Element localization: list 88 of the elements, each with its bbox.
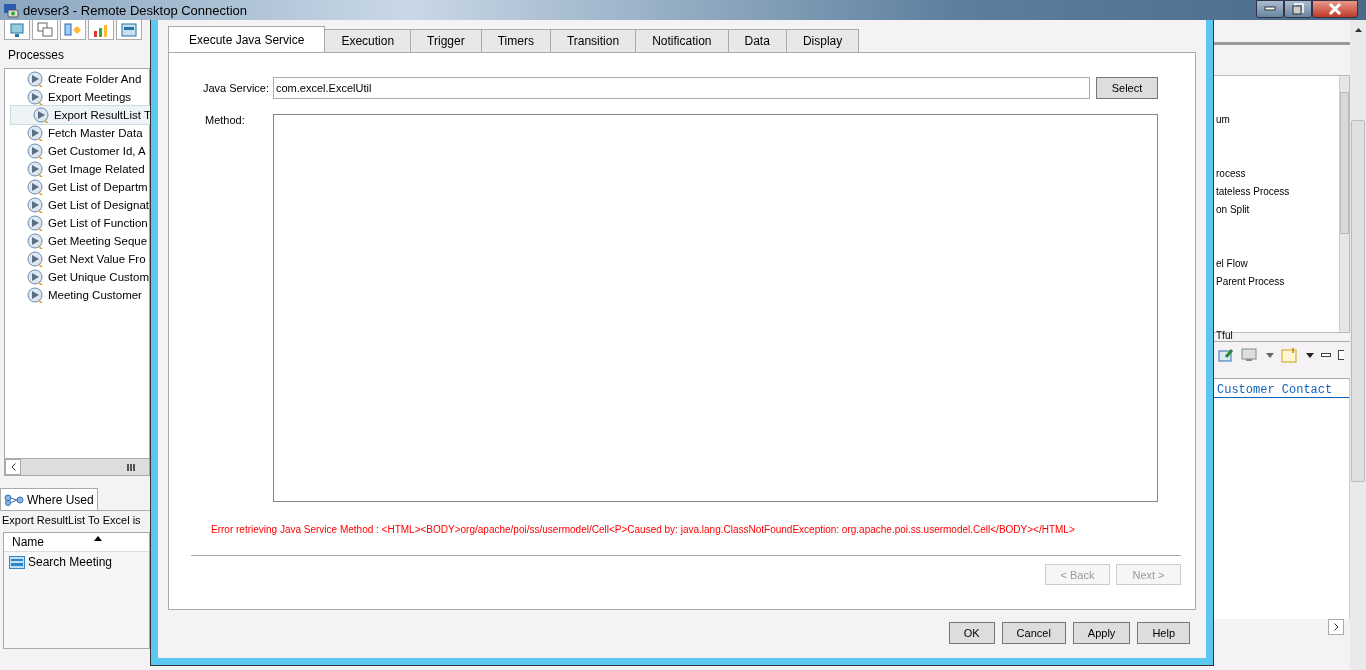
process-icon [27, 178, 44, 196]
process-icon [27, 286, 44, 304]
monitor-icon [9, 21, 25, 38]
palette-item[interactable]: Tful [1214, 330, 1339, 348]
vertical-scrollbar[interactable] [1350, 20, 1366, 670]
grip-icon [127, 463, 135, 471]
link-nodes-icon [4, 493, 24, 506]
edit-window-icon[interactable] [1218, 348, 1234, 362]
minimize-button[interactable] [1256, 0, 1284, 18]
palette-item[interactable]: tateless Process [1214, 186, 1339, 204]
tab[interactable]: Execution [324, 29, 412, 52]
dropdown-arrow-icon[interactable] [1306, 352, 1314, 358]
dialog-button[interactable]: Cancel [1001, 622, 1066, 644]
panel-title: Processes [7, 47, 66, 64]
process-icon [27, 88, 44, 106]
dialog-button[interactable]: Help [1137, 622, 1190, 644]
process-item[interactable]: Get Next Value Fro [5, 250, 146, 268]
process-item[interactable]: Create Folder And [5, 70, 145, 88]
process-item[interactable]: Get Image Related [5, 160, 145, 178]
tab[interactable]: Execute Java Service [168, 26, 326, 52]
process-item[interactable]: Get Meeting Seque [5, 232, 148, 250]
process-item[interactable]: Get Unique Custom [5, 268, 149, 286]
process-icon [27, 232, 44, 250]
where-used-tab[interactable]: Where Used [0, 488, 98, 510]
tab[interactable]: Transition [549, 29, 637, 52]
table-row[interactable]: Search Meeting [4, 552, 149, 569]
scroll-left-button[interactable] [5, 459, 21, 475]
minimize-icon[interactable] [1321, 352, 1331, 358]
process-icon [27, 70, 44, 88]
toolbar-button[interactable] [88, 20, 114, 40]
scroll-right-button[interactable] [1328, 619, 1344, 635]
restore-icon [1292, 3, 1304, 15]
palette-item[interactable]: on Split [1214, 204, 1339, 222]
where-used-caption: Export ResultList To Excel is [1, 513, 141, 528]
maximize-icon[interactable] [1338, 350, 1344, 360]
process-icon [27, 160, 44, 178]
tab[interactable]: Trigger [410, 29, 482, 52]
sort-arrow-icon [94, 535, 102, 541]
horizontal-scrollbar[interactable] [5, 458, 149, 475]
process-item[interactable]: Export Meetings [5, 88, 145, 106]
window-icon [9, 555, 25, 569]
column-header[interactable]: Name [4, 533, 149, 552]
toolbar-button[interactable] [32, 20, 58, 40]
windows-icon [37, 21, 53, 38]
palette-item[interactable]: rocess [1214, 168, 1339, 186]
tab[interactable]: Data [727, 29, 787, 52]
field-label: Java Service: [201, 82, 270, 94]
error-message: Error retrieving Java Service Method : <HTML><BODY>org/apache/poi/ss/usermodel/Cell<P>Caused by: java.lang.ClassNotFoundException: org.apache.poi.ss.usermodel.Cell</BODY></HTML> [211, 524, 1076, 535]
palette-item[interactable]: el Flow [1214, 258, 1339, 276]
monitor-icon[interactable] [1241, 348, 1259, 362]
close-button[interactable] [1312, 0, 1358, 18]
window-icon [121, 22, 137, 37]
field-label: Method: [204, 114, 246, 126]
toolbar-button[interactable] [4, 20, 30, 40]
select-button[interactable]: Select [1096, 77, 1158, 99]
process-item[interactable]: Meeting Customer [5, 286, 145, 304]
process-icon [33, 106, 50, 124]
process-icon [27, 214, 44, 232]
tab[interactable]: Timers [480, 29, 551, 52]
process-icon [27, 250, 44, 268]
process-item[interactable]: Fetch Master Data [5, 124, 145, 142]
process-item[interactable]: Get List of Function [5, 214, 148, 232]
method-field[interactable] [273, 114, 1158, 502]
scroll-thumb[interactable] [1351, 120, 1365, 482]
process-item[interactable]: Get List of Departm [5, 178, 148, 196]
process-icon [27, 196, 44, 214]
dialog-button[interactable]: OK [948, 622, 995, 644]
toolbar-button[interactable] [116, 20, 142, 40]
process-icon [27, 268, 44, 286]
process-icon [27, 142, 44, 160]
restore-button[interactable] [1284, 0, 1312, 18]
minimize-icon [1264, 6, 1276, 12]
close-icon [1328, 3, 1342, 15]
window-title: devser3 - Remote Desktop Connection [23, 2, 247, 18]
tab[interactable]: Notification [635, 29, 729, 52]
process-item[interactable]: Get Customer Id, A [5, 142, 146, 160]
monitor-icon [3, 2, 19, 18]
dialog-button[interactable]: Apply [1072, 622, 1131, 644]
up-arrow-icon [1354, 28, 1362, 32]
palette-item[interactable]: Parent Process [1214, 276, 1339, 294]
flowchart-icon [64, 21, 82, 38]
process-item[interactable]: Get List of Designat [5, 196, 149, 214]
palette-item[interactable]: um [1214, 114, 1339, 132]
process-icon [27, 124, 44, 142]
toolbar-button[interactable] [60, 20, 86, 40]
java-service-field[interactable]: com.excel.ExcelUtil [273, 77, 1090, 99]
tab[interactable]: Display [785, 29, 860, 52]
vertical-scrollbar[interactable] [1339, 76, 1349, 332]
